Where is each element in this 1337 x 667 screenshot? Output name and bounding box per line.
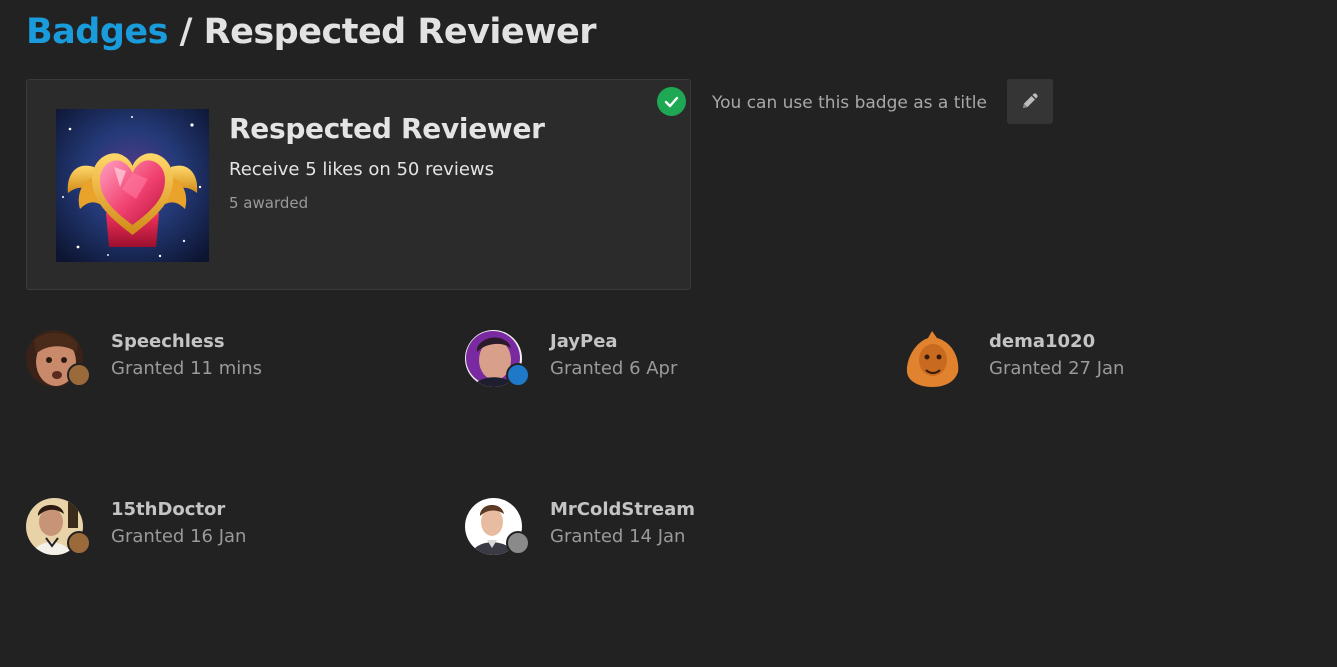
badge-card: Respected Reviewer Receive 5 likes on 50… (26, 79, 691, 290)
badge-name: Respected Reviewer (229, 112, 545, 145)
user-entry[interactable]: MrColdStream Granted 14 Jan (465, 498, 885, 568)
pencil-icon (1023, 93, 1038, 108)
granted-date: Granted 14 Jan (550, 526, 686, 547)
breadcrumb-current: Respected Reviewer (203, 12, 597, 52)
user-entry[interactable]: 15thDoctor Granted 16 Jan (26, 498, 446, 568)
user-name[interactable]: Speechless (111, 331, 225, 352)
title-usage-note: You can use this badge as a title (712, 93, 987, 113)
bronze-badge-icon (67, 531, 91, 555)
badge-awarded-count: 5 awarded (229, 194, 309, 212)
user-name[interactable]: 15thDoctor (111, 499, 225, 520)
silver-badge-icon (506, 531, 530, 555)
bronze-badge-icon (67, 363, 91, 387)
blue-badge-icon (506, 363, 530, 387)
breadcrumb-separator: / (179, 12, 193, 52)
granted-date: Granted 6 Apr (550, 358, 678, 379)
page: Badges / Respected Reviewer Respected Re… (0, 0, 1337, 667)
user-entry[interactable]: JayPea Granted 6 Apr (465, 330, 885, 400)
edit-title-button[interactable] (1007, 79, 1053, 124)
granted-date: Granted 11 mins (111, 358, 263, 379)
user-entry[interactable]: dema1020 Granted 27 Jan (904, 330, 1324, 400)
user-name[interactable]: dema1020 (989, 331, 1095, 352)
check-icon (657, 87, 686, 116)
page-title: Badges / Respected Reviewer (26, 12, 597, 52)
breadcrumb-badges-link[interactable]: Badges (26, 12, 168, 52)
granted-date: Granted 27 Jan (989, 358, 1125, 379)
granted-date: Granted 16 Jan (111, 526, 247, 547)
badge-description: Receive 5 likes on 50 reviews (229, 159, 494, 180)
user-entry[interactable]: Speechless Granted 11 mins (26, 330, 446, 400)
avatar[interactable] (904, 330, 961, 387)
user-name[interactable]: JayPea (550, 331, 618, 352)
user-name[interactable]: MrColdStream (550, 499, 695, 520)
winged-heart-gem-icon (56, 109, 209, 262)
